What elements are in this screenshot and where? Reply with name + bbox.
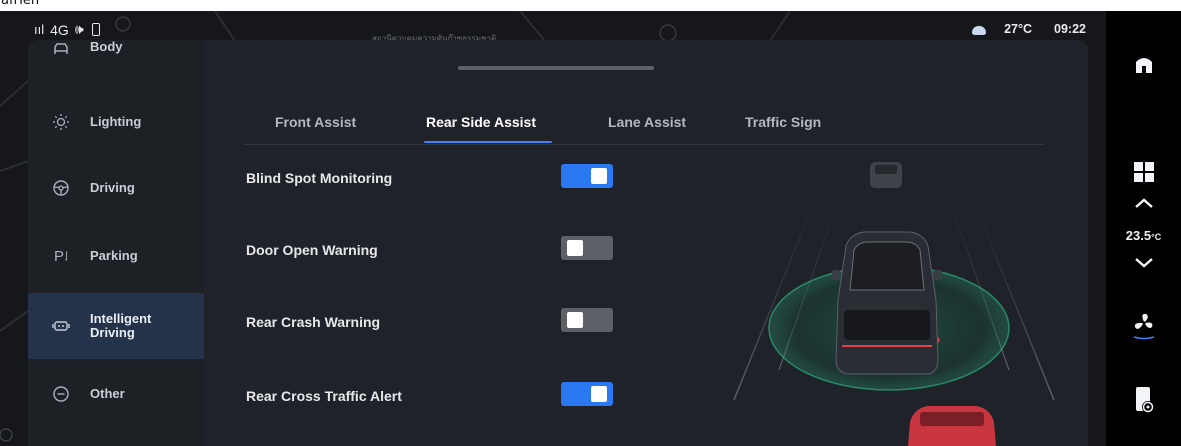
settings-panel: Front Assist Rear Side Assist Lane Assis… (204, 40, 1088, 446)
top-strip-text: aflTeh (1, 0, 40, 8)
sidebar-item-label-line2: Driving (90, 325, 135, 340)
temp-down-icon (1134, 258, 1153, 268)
sidebar-item-lighting[interactable]: Lighting (28, 90, 204, 154)
temp-up-icon (1134, 198, 1153, 208)
rear-crash-warning-toggle[interactable] (561, 308, 613, 332)
approaching-vehicle (908, 406, 996, 446)
clock: 09:22 (1054, 22, 1086, 36)
blind-spot-toggle[interactable] (561, 164, 613, 188)
active-tab-indicator (424, 141, 552, 143)
settings-sidebar: Body Lighting Driving P ⌋ Parking Intelli… (28, 40, 204, 446)
sidebar-item-label: Driving (90, 180, 135, 195)
setting-label: Door Open Warning (246, 242, 378, 258)
intelligent-driving-icon (52, 317, 70, 335)
apps-grid-icon (1133, 162, 1154, 182)
ego-vehicle (832, 231, 942, 375)
apps-button[interactable] (1106, 161, 1181, 183)
tab-divider (244, 144, 1044, 145)
toggle-knob (567, 312, 583, 328)
phone-settings-button[interactable] (1106, 385, 1181, 415)
cabin-temp-value: 23.5 (1125, 228, 1152, 243)
home-icon (1135, 58, 1152, 73)
status-right: 27°C 09:22 (972, 22, 1086, 36)
temp-down-button[interactable] (1106, 257, 1181, 269)
sidebar-item-label: Lighting (90, 114, 142, 129)
sidebar-item-other[interactable]: Other (28, 362, 204, 426)
setting-row-rear-crash: Rear Crash Warning (246, 308, 626, 338)
system-dock: 23.5°C (1106, 11, 1181, 446)
outside-temperature: 27°C (1004, 22, 1033, 36)
tab-traffic-sign[interactable]: Traffic Sign (745, 114, 821, 130)
sidebar-item-body[interactable]: Body (28, 26, 204, 72)
door-open-warning-toggle[interactable] (561, 236, 613, 260)
sidebar-item-label: Intelligent Driving (90, 312, 151, 340)
setting-label: Rear Cross Traffic Alert (246, 388, 402, 404)
toggle-knob (567, 240, 583, 256)
tab-front-assist[interactable]: Front Assist (275, 114, 356, 130)
phone-settings-icon (1135, 387, 1154, 413)
cloud-icon (972, 25, 987, 35)
home-button[interactable] (1106, 53, 1181, 75)
sun-icon (52, 113, 70, 131)
drag-handle[interactable] (458, 66, 654, 70)
cabin-temp-unit: °C (1151, 232, 1162, 242)
sidebar-item-label: Other (90, 386, 125, 401)
sidebar-item-intelligent-driving[interactable]: Intelligent Driving (28, 293, 204, 359)
tab-lane-assist[interactable]: Lane Assist (608, 114, 686, 130)
toggle-knob (591, 386, 607, 402)
tab-rear-side-assist[interactable]: Rear Side Assist (426, 114, 536, 130)
rear-cross-traffic-toggle[interactable] (561, 382, 613, 406)
more-icon (52, 385, 70, 403)
fan-button[interactable] (1106, 311, 1181, 341)
sidebar-item-label: Parking (90, 248, 138, 263)
setting-label: Blind Spot Monitoring (246, 170, 393, 186)
setting-row-blind-spot: Blind Spot Monitoring (246, 164, 626, 194)
far-vehicle (870, 162, 902, 188)
setting-row-rear-cross-traffic: Rear Cross Traffic Alert (246, 382, 626, 412)
parking-icon: P ⌋ (54, 247, 68, 265)
sidebar-item-driving[interactable]: Driving (28, 156, 204, 220)
fan-icon (1133, 313, 1154, 340)
cabin-temperature: 23.5°C (1106, 228, 1181, 243)
setting-label: Rear Crash Warning (246, 314, 381, 330)
steering-wheel-icon (52, 179, 70, 197)
car-body-icon (52, 40, 70, 58)
sidebar-item-label: Body (90, 39, 123, 54)
setting-row-door-open: Door Open Warning (246, 236, 626, 266)
temp-up-button[interactable] (1106, 197, 1181, 209)
sidebar-item-label-line1: Intelligent (90, 311, 152, 326)
top-strip: aflTeh (0, 0, 1181, 11)
car-radar-illustration (733, 162, 1055, 446)
sidebar-item-parking[interactable]: P ⌋ Parking (28, 224, 204, 288)
toggle-knob (591, 168, 607, 184)
